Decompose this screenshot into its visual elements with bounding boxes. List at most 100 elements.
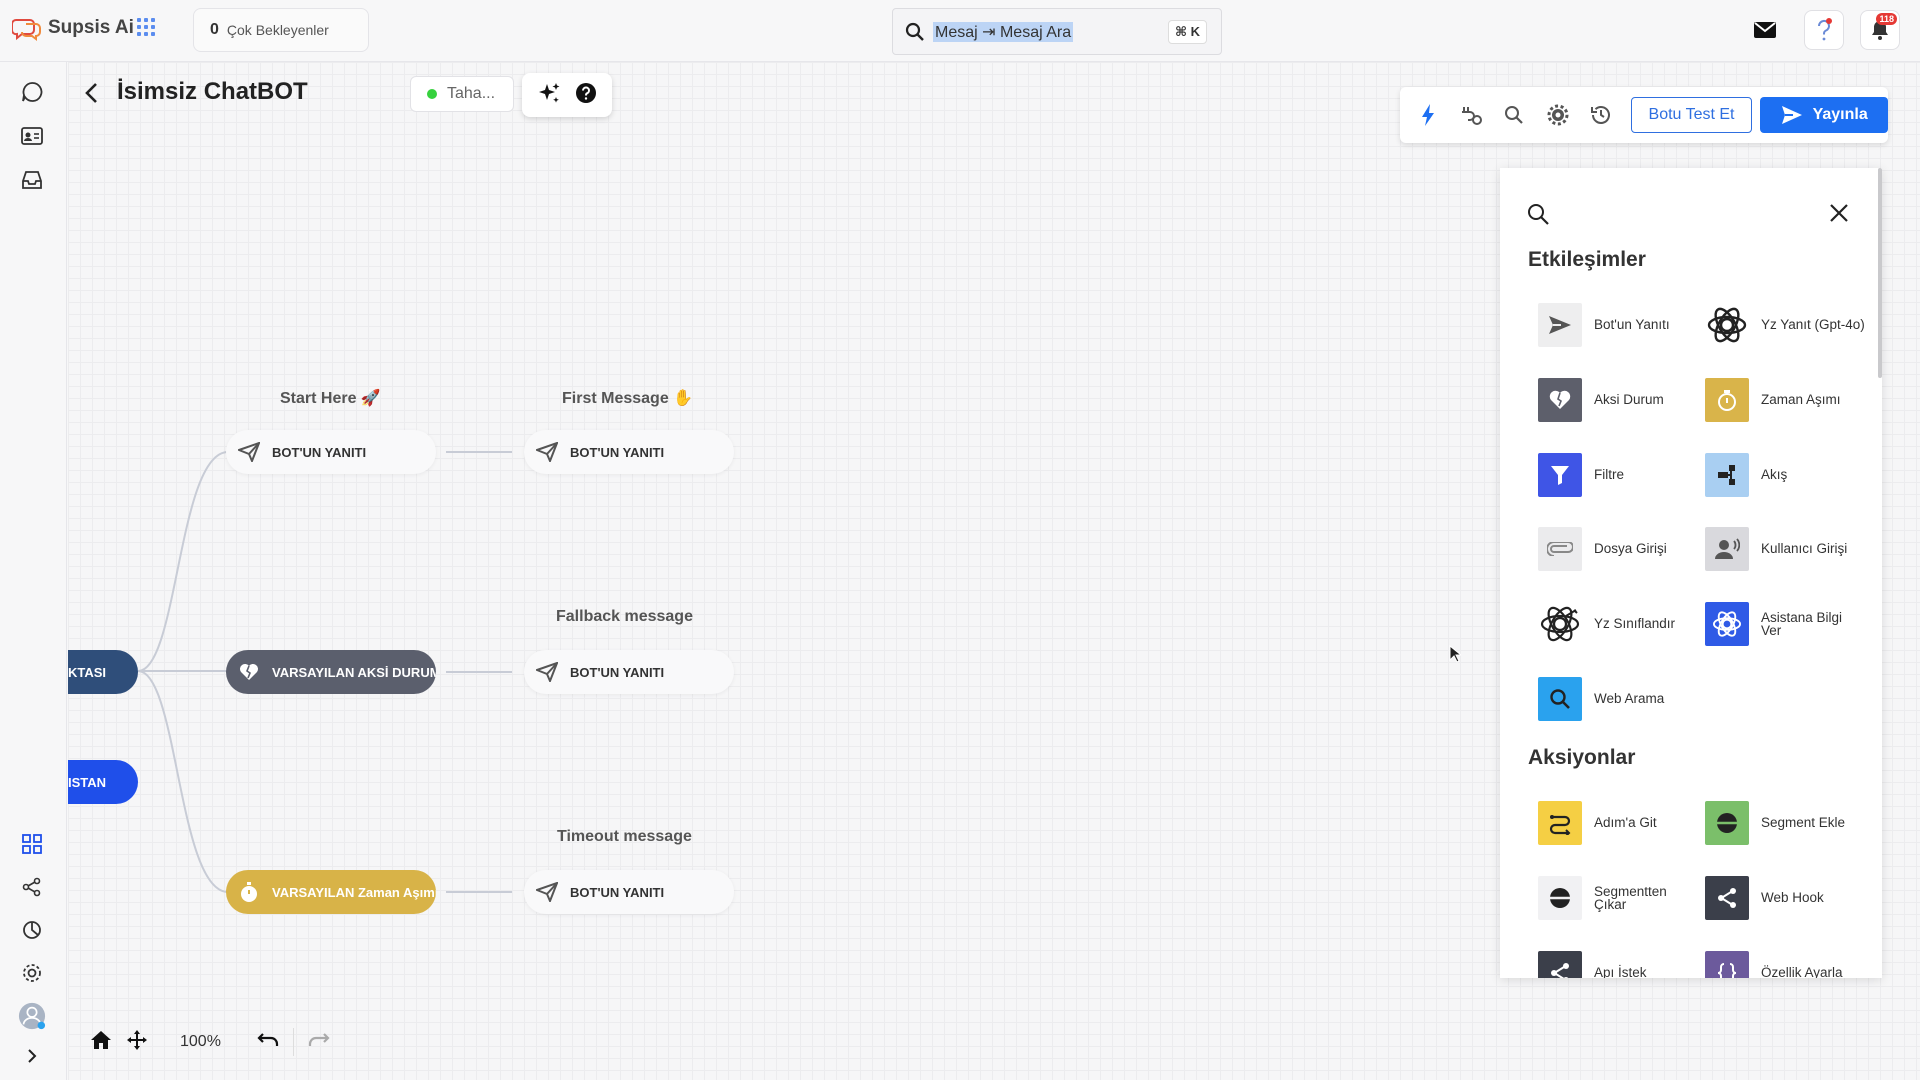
search-query: Mesaj ⇥ Mesaj Ara <box>933 21 1074 42</box>
home-button[interactable] <box>90 1030 112 1055</box>
waiting-chip[interactable]: 0 Çok Bekleyenler <box>193 8 369 52</box>
send-icon <box>534 439 560 465</box>
send-icon <box>1538 303 1582 347</box>
panel-item-filter[interactable]: Filtre <box>1538 452 1698 498</box>
panel-item-web-search[interactable]: Web Arama <box>1538 676 1698 722</box>
redo-button[interactable] <box>308 1032 330 1053</box>
item-label: Segment Ekle <box>1761 815 1846 831</box>
panel-item-api-request[interactable]: Apı İstek <box>1538 950 1698 978</box>
question-icon <box>1817 18 1832 41</box>
ai-sparkle-button[interactable] <box>537 81 561 110</box>
contact-card-icon <box>21 127 43 145</box>
actions-title: Aksiyonlar <box>1528 746 1636 769</box>
panel-item-ai-classify[interactable]: Yz Sınıflandır <box>1538 601 1698 647</box>
sidebar-item-dashboard[interactable] <box>18 830 46 858</box>
page-title[interactable]: İsimsiz ChatBOT <box>117 78 308 106</box>
panel-item-user-input[interactable]: Kullanıcı Girişi <box>1705 526 1865 572</box>
user-voice-icon <box>1705 527 1749 571</box>
flow-node-timeout[interactable]: VARSAYILAN Zaman Aşımı <box>226 870 436 914</box>
triggers-button[interactable] <box>1410 97 1445 133</box>
panel-scrollbar[interactable] <box>1878 168 1882 378</box>
flow-node-fallback-reply[interactable]: BOT'UN YANITI <box>524 650 734 694</box>
gear-icon <box>1547 104 1569 126</box>
test-bot-button[interactable]: Botu Test Et <box>1630 97 1753 133</box>
online-status-dot <box>427 89 437 99</box>
zoom-level[interactable]: 100% <box>180 1033 221 1051</box>
mail-button[interactable] <box>1745 10 1785 50</box>
canvas-search-button[interactable] <box>1497 97 1532 133</box>
filter-icon <box>1538 453 1582 497</box>
item-label: Web Hook <box>1761 890 1824 906</box>
sidebar-item-inbox[interactable] <box>18 166 46 194</box>
assigned-user-chip[interactable]: Taha... <box>410 76 514 112</box>
panel-item-flow[interactable]: Akış <box>1705 452 1865 498</box>
sidebar-item-share[interactable] <box>18 873 46 901</box>
panel-item-file-input[interactable]: Dosya Girişi <box>1538 526 1698 572</box>
avatar-icon <box>18 1002 46 1030</box>
left-sidebar <box>0 62 67 1080</box>
notifications-button[interactable]: 118 <box>1860 10 1900 50</box>
waiting-label: Çok Bekleyenler <box>226 22 329 38</box>
flow-node-assistant[interactable]: ISTAN <box>68 760 138 804</box>
flow-node-start-point[interactable]: KTASI <box>68 650 138 694</box>
sidebar-item-reports[interactable] <box>18 916 46 944</box>
sidebar-item-contacts[interactable] <box>18 122 46 150</box>
panel-item-web-hook[interactable]: Web Hook <box>1705 875 1865 921</box>
node-label: BOT'UN YANITI <box>570 884 665 900</box>
undo-icon <box>257 1032 279 1046</box>
app-name: Supsis Ai <box>48 17 134 38</box>
integrations-button[interactable] <box>1453 97 1488 133</box>
panel-item-add-segment[interactable]: Segment Ekle <box>1705 800 1865 846</box>
user-avatar[interactable] <box>18 1002 46 1030</box>
logo-icon <box>12 19 41 41</box>
goto-icon <box>1538 801 1582 845</box>
sidebar-expand-button[interactable] <box>18 1042 46 1070</box>
close-icon <box>1830 204 1848 222</box>
share-icon <box>1538 951 1582 978</box>
plug-icon <box>1461 107 1482 125</box>
search-shortcut: ⌘ K <box>1167 20 1207 44</box>
panel-item-remove-segment[interactable]: Segmentten Çıkar <box>1538 875 1698 921</box>
flow-node-fallback[interactable]: VARSAYILAN AKSİ DURUM <box>226 650 436 694</box>
notification-badge: 118 <box>1876 13 1897 25</box>
panel-item-goto-step[interactable]: Adım'a Git <box>1538 800 1698 846</box>
node-label: BOT'UN YANITI <box>570 444 665 460</box>
panel-item-bot-reply[interactable]: Bot'un Yanıtı <box>1538 302 1698 348</box>
history-button[interactable] <box>1583 97 1618 133</box>
settings-button[interactable] <box>1540 97 1575 133</box>
node-label: VARSAYILAN Zaman Aşımı <box>272 884 436 900</box>
flow-node-start-reply[interactable]: BOT'UN YANITI <box>226 430 436 474</box>
panel-item-set-property[interactable]: Özellik Ayarla <box>1705 950 1865 978</box>
pan-button[interactable] <box>126 1029 148 1056</box>
panel-item-ai-reply[interactable]: Yz Yanıt (Gpt-4o) <box>1705 302 1865 348</box>
publish-button[interactable]: Yayınla <box>1760 97 1888 133</box>
help-button[interactable] <box>1804 10 1844 50</box>
sidebar-item-chats[interactable] <box>18 78 46 106</box>
panel-item-timeout[interactable]: Zaman Aşımı <box>1705 377 1865 423</box>
item-label: Aksi Durum <box>1594 392 1664 408</box>
mouse-cursor-icon <box>1449 645 1461 663</box>
global-search-input[interactable]: Mesaj ⇥ Mesaj Ara ⌘ K <box>892 8 1222 55</box>
chevron-right-icon <box>28 1049 37 1063</box>
gear-icon <box>23 964 41 982</box>
search-icon <box>1505 106 1524 124</box>
back-button[interactable] <box>84 82 100 109</box>
panel-item-fallback[interactable]: Aksi Durum <box>1538 377 1698 423</box>
apps-grid-icon[interactable] <box>137 18 155 36</box>
flow-node-timeout-reply[interactable]: BOT'UN YANITI <box>524 870 734 914</box>
waiting-count: 0 <box>210 21 219 38</box>
sidebar-item-settings[interactable] <box>18 959 46 987</box>
panel-search-button[interactable] <box>1526 202 1550 231</box>
panel-close-button[interactable] <box>1828 202 1850 229</box>
timer-icon <box>236 879 262 905</box>
help-circle-button[interactable] <box>575 82 597 109</box>
flow-node-first-reply[interactable]: BOT'UN YANITI <box>524 430 734 474</box>
undo-button[interactable] <box>257 1032 279 1053</box>
app-logo[interactable]: Supsis Ai <box>12 14 134 42</box>
flow-label-timeout: Timeout message <box>557 828 692 845</box>
braces-icon <box>1705 951 1749 978</box>
send-icon <box>1781 106 1802 124</box>
search-icon <box>1528 204 1549 225</box>
panel-item-assistant-info[interactable]: Asistana Bilgi Ver <box>1705 601 1865 647</box>
grid-icon <box>22 834 42 854</box>
